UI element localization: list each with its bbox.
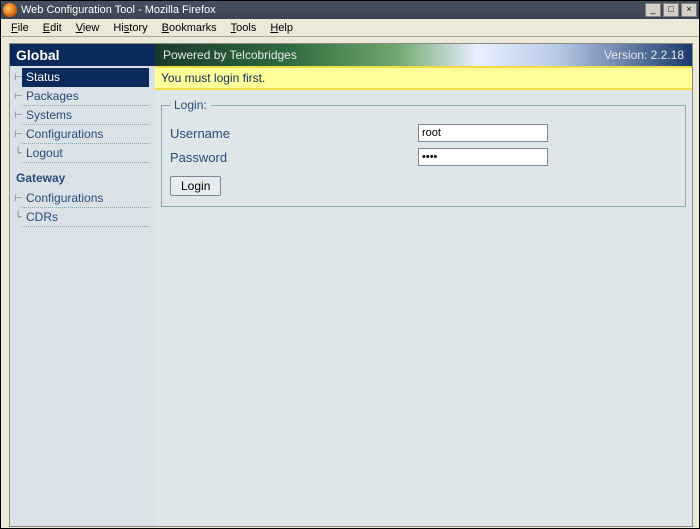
window-close-button[interactable]: × — [681, 3, 697, 17]
sidebar-item-label: Packages — [22, 87, 149, 106]
menu-edit[interactable]: Edit — [37, 21, 68, 35]
sidebar-item-label: Logout — [22, 144, 149, 163]
login-fieldset: Login: Username Password Login — [161, 98, 686, 207]
sidebar-item-systems[interactable]: ⊢ Systems — [10, 106, 155, 125]
menu-history[interactable]: History — [107, 21, 153, 35]
menu-view[interactable]: View — [70, 21, 106, 35]
menu-tools[interactable]: Tools — [225, 21, 263, 35]
window-minimize-button[interactable]: _ — [645, 3, 661, 17]
sidebar-header-global: Global — [10, 44, 155, 66]
tree-branch-icon: ⊢ — [10, 91, 22, 102]
sidebar-item-label: Configurations — [22, 125, 149, 144]
sidebar-item-label: Status — [22, 68, 149, 87]
browser-content: Global ⊢ Status ⊢ Packages ⊢ Systems ⊢ C… — [1, 37, 699, 528]
window-maximize-button[interactable]: □ — [663, 3, 679, 17]
username-label: Username — [170, 126, 418, 141]
sidebar: Global ⊢ Status ⊢ Packages ⊢ Systems ⊢ C… — [10, 44, 155, 526]
sidebar-item-packages[interactable]: ⊢ Packages — [10, 87, 155, 106]
tree-branch-icon: └ — [10, 212, 22, 223]
tree-branch-icon: ⊢ — [10, 110, 22, 121]
firefox-icon — [3, 3, 17, 17]
sidebar-item-label: CDRs — [22, 208, 149, 227]
alert-message: You must login first. — [155, 66, 692, 90]
window-title: Web Configuration Tool - Mozilla Firefox — [21, 4, 645, 16]
login-button[interactable]: Login — [170, 176, 221, 196]
menu-help[interactable]: Help — [264, 21, 299, 35]
tree-branch-icon: ⊢ — [10, 193, 22, 204]
sidebar-gateway-section: ⊢ Configurations └ CDRs — [10, 187, 155, 233]
tree-branch-icon: ⊢ — [10, 129, 22, 140]
menu-bookmarks[interactable]: Bookmarks — [156, 21, 223, 35]
sidebar-global-section: ⊢ Status ⊢ Packages ⊢ Systems ⊢ Configur… — [10, 66, 155, 169]
sidebar-header-gateway: Gateway — [10, 169, 155, 187]
window-titlebar: Web Configuration Tool - Mozilla Firefox… — [1, 1, 699, 19]
brand-text: Powered by Telcobridges — [163, 48, 604, 62]
sidebar-item-configurations[interactable]: ⊢ Configurations — [10, 125, 155, 144]
browser-menubar: File Edit View History Bookmarks Tools H… — [1, 19, 699, 37]
main-area: Powered by Telcobridges Version: 2.2.18 … — [155, 44, 692, 526]
header-banner: Powered by Telcobridges Version: 2.2.18 — [155, 44, 692, 66]
password-label: Password — [170, 150, 418, 165]
version-text: Version: 2.2.18 — [604, 48, 684, 62]
tree-branch-icon: └ — [10, 148, 22, 159]
sidebar-item-gw-configurations[interactable]: ⊢ Configurations — [10, 189, 155, 208]
form-container: Login: Username Password Login — [155, 90, 692, 526]
username-input[interactable] — [418, 124, 548, 142]
menu-file[interactable]: File — [5, 21, 35, 35]
login-legend: Login: — [170, 98, 211, 112]
page-frame: Global ⊢ Status ⊢ Packages ⊢ Systems ⊢ C… — [9, 43, 693, 527]
password-input[interactable] — [418, 148, 548, 166]
sidebar-item-cdrs[interactable]: └ CDRs — [10, 208, 155, 227]
sidebar-item-logout[interactable]: └ Logout — [10, 144, 155, 163]
tree-branch-icon: ⊢ — [10, 72, 22, 83]
sidebar-item-status[interactable]: ⊢ Status — [10, 68, 155, 87]
sidebar-item-label: Configurations — [22, 189, 149, 208]
sidebar-item-label: Systems — [22, 106, 149, 125]
